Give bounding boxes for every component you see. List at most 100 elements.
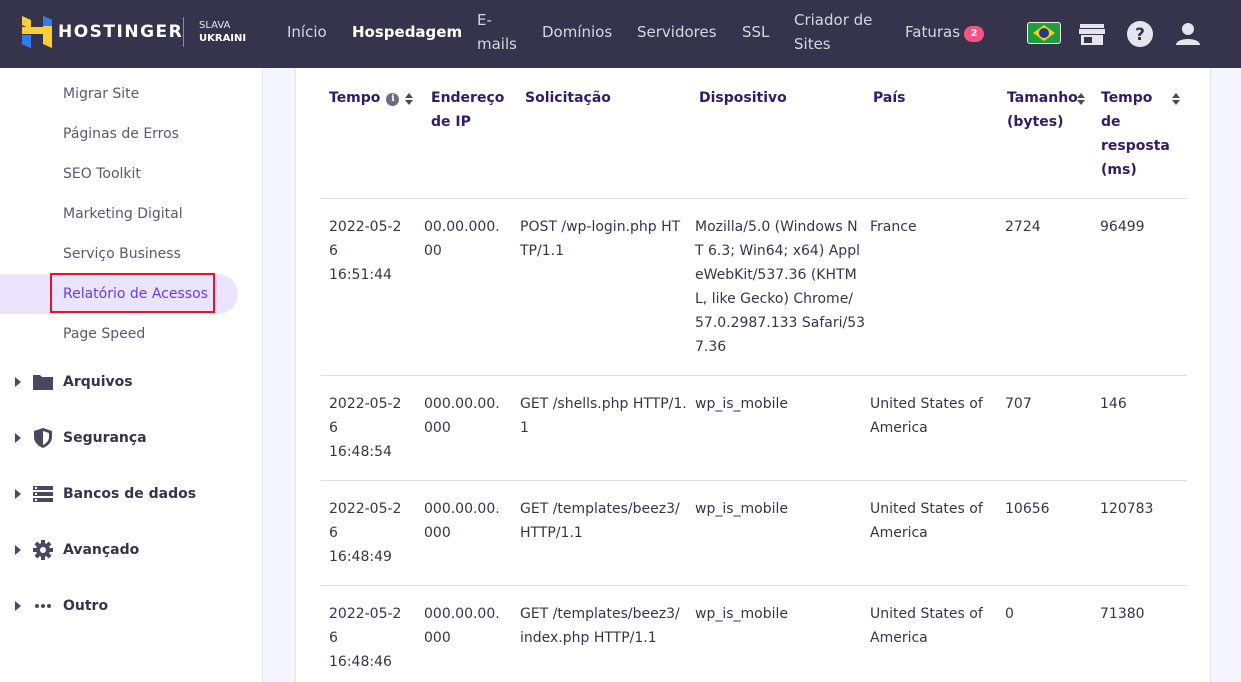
cell-country: United States of America — [870, 602, 983, 650]
cell-size: 10656 — [1005, 501, 1050, 517]
sidebar-group-label: Avançado — [63, 542, 140, 558]
column-header-tempo-de-resposta[interactable]: Tempo de resposta (ms) — [1101, 86, 1170, 182]
country-line-1: United States of — [870, 501, 983, 517]
highlight-annotation-box — [50, 273, 215, 313]
row-divider — [321, 585, 1187, 586]
time-line-1: 2022-05-2 — [329, 396, 402, 412]
row-divider — [321, 480, 1187, 481]
time-line-2: 6 — [329, 525, 338, 541]
store-icon[interactable] — [1078, 20, 1106, 48]
header-ip-line-1: Endereço — [431, 90, 505, 106]
sidebar-group-seguranca[interactable]: Segurança — [0, 423, 262, 453]
device-line-2: T 6.3; Win64; x64) Appl — [695, 243, 860, 259]
country-line-1: United States of — [870, 606, 983, 622]
cell-country: France — [870, 215, 917, 239]
cell-device: Mozilla/5.0 (Windows N T 6.3; Win64; x64… — [695, 215, 865, 359]
expand-caret-icon[interactable] — [15, 489, 21, 499]
sidebar-group-bancos-de-dados[interactable]: Bancos de dados — [0, 479, 262, 509]
sort-icon[interactable] — [1172, 93, 1180, 105]
cell-request: GET /shells.php HTTP/1. 1 — [520, 392, 687, 440]
sort-icon[interactable] — [1077, 93, 1085, 105]
svg-text:?: ? — [1135, 25, 1145, 45]
cell-time: 2022-05-2 6 16:48:54 — [329, 392, 401, 464]
hostinger-logo[interactable] — [22, 16, 52, 48]
sidebar-item-paginas-de-erros[interactable]: Páginas de Erros — [63, 124, 179, 144]
expand-caret-icon[interactable] — [15, 545, 21, 555]
request-line-2: HTTP/1.1 — [520, 525, 583, 541]
column-header-pais: País — [873, 90, 906, 106]
brand-tagline: SLAVA UKRAINI — [199, 19, 246, 45]
tagline-line-2: UKRAINI — [199, 33, 247, 44]
header-ip-line-2: de IP — [431, 114, 471, 130]
cell-ip: 00.00.000. 00 — [424, 215, 500, 263]
column-header-tempo[interactable]: Tempo i — [329, 86, 400, 110]
nav-criador-line-2: Sites — [794, 35, 831, 53]
nav-criador-de-sites[interactable]: Criador de Sites — [794, 8, 872, 56]
gear-icon — [33, 540, 53, 560]
cell-country: United States of America — [870, 392, 983, 440]
help-icon[interactable]: ? — [1126, 20, 1154, 48]
ip-line-2: 000 — [424, 525, 451, 541]
sidebar-item-marketing-digital[interactable]: Marketing Digital — [63, 204, 183, 224]
time-line-2: 6 — [329, 630, 338, 646]
header-resposta-line-3: resposta — [1101, 138, 1170, 154]
nav-ssl[interactable]: SSL — [742, 20, 769, 44]
nav-faturas[interactable]: Faturas 2 — [905, 20, 985, 44]
user-icon[interactable] — [1174, 20, 1202, 48]
cell-ip: 000.00.00. 000 — [424, 392, 500, 440]
header-resposta-line-1: Tempo — [1101, 90, 1153, 106]
sidebar-group-outro[interactable]: Outro — [0, 591, 262, 621]
database-icon — [33, 486, 53, 502]
top-navigation-bar: HOSTINGER SLAVA UKRAINI Início Hospedage… — [0, 0, 1241, 68]
time-line-3: 16:48:46 — [329, 654, 392, 670]
expand-caret-icon[interactable] — [15, 433, 21, 443]
brand-divider — [183, 17, 184, 47]
brazil-flag-icon[interactable] — [1027, 22, 1061, 44]
ip-line-2: 000 — [424, 630, 451, 646]
device-line-4: L, like Gecko) Chrome/ — [695, 291, 854, 307]
country-line-1: United States of — [870, 396, 983, 412]
cell-size: 0 — [1005, 606, 1014, 622]
cell-request: POST /wp-login.php HT TP/1.1 — [520, 215, 680, 263]
header-tamanho-line-2: (bytes) — [1007, 114, 1064, 130]
expand-caret-icon[interactable] — [15, 377, 21, 387]
nav-dominios[interactable]: Domínios — [542, 20, 612, 44]
nav-emails[interactable]: E- mails — [477, 8, 517, 56]
sidebar-group-avancado[interactable]: Avançado — [0, 535, 262, 565]
nav-servidores[interactable]: Servidores — [637, 20, 717, 44]
device-line-1: Mozilla/5.0 (Windows N — [695, 219, 858, 235]
folder-icon — [33, 375, 53, 390]
access-log-card: Tempo i Endereço de IP Solicitação Dispos… — [295, 68, 1211, 682]
brand-name[interactable]: HOSTINGER — [58, 21, 183, 43]
nav-emails-line-2: mails — [477, 35, 517, 53]
expand-caret-icon[interactable] — [15, 601, 21, 611]
info-icon[interactable]: i — [386, 93, 400, 106]
sidebar-item-page-speed[interactable]: Page Speed — [63, 324, 145, 344]
cell-request: GET /templates/beez3/ HTTP/1.1 — [520, 497, 680, 545]
country-line-1: France — [870, 219, 917, 235]
nav-hospedagem[interactable]: Hospedagem — [352, 20, 462, 44]
ip-line-1: 000.00.00. — [424, 606, 500, 622]
header-divider — [321, 198, 1187, 199]
time-line-3: 16:51:44 — [329, 267, 392, 283]
sidebar-group-label: Bancos de dados — [63, 486, 197, 502]
sort-icon[interactable] — [405, 93, 413, 105]
sidebar-item-migrar-site[interactable]: Migrar Site — [63, 84, 139, 104]
column-header-tamanho[interactable]: Tamanho (bytes) — [1007, 86, 1078, 134]
nav-inicio[interactable]: Início — [287, 20, 327, 44]
cell-ip: 000.00.00. 000 — [424, 602, 500, 650]
time-line-1: 2022-05-2 — [329, 606, 402, 622]
sidebar-item-servico-business[interactable]: Serviço Business — [63, 244, 181, 264]
cell-device: wp_is_mobile — [695, 396, 789, 412]
request-line-1: GET /shells.php HTTP/1. — [520, 396, 687, 412]
sidebar-item-seo-toolkit[interactable]: SEO Toolkit — [63, 164, 141, 184]
time-line-1: 2022-05-2 — [329, 501, 402, 517]
cell-size: 707 — [1005, 396, 1032, 412]
time-line-3: 16:48:49 — [329, 549, 392, 565]
time-line-3: 16:48:54 — [329, 444, 392, 460]
cell-request: GET /templates/beez3/ index.php HTTP/1.1 — [520, 602, 680, 650]
device-line-5: 57.0.2987.133 Safari/53 — [695, 315, 866, 331]
cell-response-time: 146 — [1100, 396, 1127, 412]
sidebar-group-arquivos[interactable]: Arquivos — [0, 367, 262, 397]
request-line-1: POST /wp-login.php HT — [520, 219, 681, 235]
